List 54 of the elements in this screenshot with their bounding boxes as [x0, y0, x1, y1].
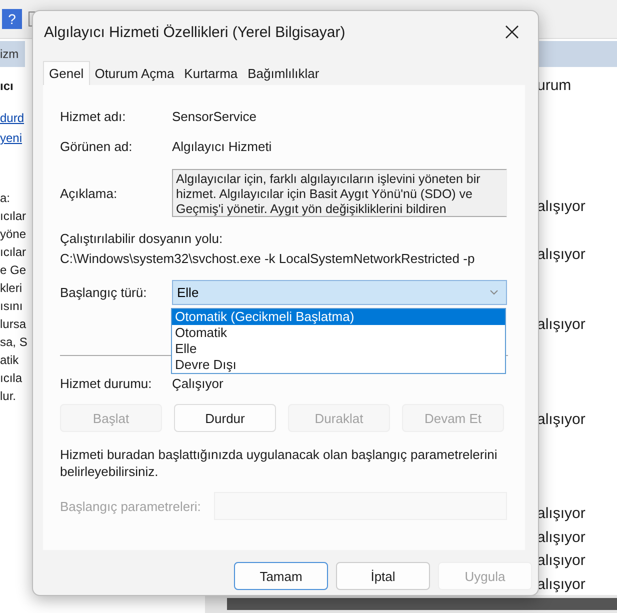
hint-text: Hizmeti buradan başlattığınızda uygulanacak olan başlangıç parametrelerini belirleyebilirsiniz.	[60, 446, 498, 480]
description-line: atik	[0, 352, 19, 369]
tab[interactable]: Genel	[43, 61, 90, 85]
path-value: C:\Windows\system32\svchost.exe -k LocalSystemNetworkRestricted -p	[60, 251, 476, 266]
description-line: kleri	[0, 280, 22, 297]
description-line: lur.	[0, 388, 16, 405]
dropdown-option[interactable]: Devre Dışı	[172, 357, 505, 373]
description-line: ısını	[0, 298, 23, 315]
service-status-value: Çalışıyor	[172, 376, 224, 391]
field-label: Başlangıç parametreleri:	[60, 498, 202, 514]
description-line: lursa	[0, 316, 26, 333]
description-line: sa, S	[0, 334, 28, 351]
status-cell-text: alışıyor	[537, 528, 586, 548]
status-cell-text: alışıyor	[537, 197, 586, 218]
field-label: Görünen ad:	[60, 139, 134, 154]
status-cell-text: alışıyor	[537, 244, 586, 265]
service-button[interactable]: Durdur	[174, 404, 276, 432]
status-cell-text: alışıyor	[537, 574, 586, 595]
help-button[interactable]: ?	[2, 9, 22, 29]
service-link[interactable]: durd	[0, 111, 24, 125]
service-title: ıcı	[0, 79, 14, 93]
description-field[interactable]: Algılayıcılar için, farklı algılayıcıların işlevini yöneten bir hizmet. Algılayıcılar için Basit Aygıt Yönü'nü (SDO) ve Geçmiş'i yönetir. Aygıt yön değişikliklerini bildiren	[172, 169, 507, 217]
close-icon	[505, 25, 519, 39]
scrollbar-thumb[interactable]	[227, 598, 617, 610]
window-title: Algılayıcı Hizmeti Özellikleri (Yerel Bilgisayar)	[44, 24, 346, 40]
field-label: Çalıştırılabilir dosyanın yolu:	[60, 231, 224, 246]
field-label: Açıklama:	[60, 186, 118, 200]
tab[interactable]: Oturum Açma	[90, 61, 180, 85]
description-line: ıcılar	[0, 208, 26, 225]
tab[interactable]: Bağımlılıklar	[242, 61, 324, 85]
dialog-button[interactable]: İptal	[336, 562, 430, 590]
pane-header: izm	[0, 41, 25, 67]
description-line: ıcıla	[0, 370, 22, 387]
description-line: ıcılar	[0, 244, 26, 261]
status-cell-text: alışıyor	[537, 410, 586, 430]
description-line: yöne	[0, 226, 26, 243]
dropdown-option[interactable]: Otomatik (Gecikmeli Başlatma)	[172, 309, 505, 325]
description-line: a:	[0, 190, 10, 207]
dropdown-option[interactable]: Elle	[172, 341, 505, 357]
display-name-value: Algılayıcı Hizmeti	[172, 139, 272, 154]
chevron-down-icon	[490, 290, 498, 295]
service-name-value: SensorService	[172, 109, 257, 124]
field-label: Hizmet adı:	[60, 109, 127, 124]
status-cell-text: alışıyor	[537, 315, 586, 336]
field-label: Başlangıç türü:	[60, 285, 148, 300]
dialog-button[interactable]: Tamam	[234, 562, 328, 590]
field-label: Hizmet durumu:	[60, 376, 153, 391]
status-cell-text: alışıyor	[537, 551, 586, 572]
service-link[interactable]: yeni	[0, 131, 22, 145]
status-cell-text: alışıyor	[537, 504, 586, 524]
dropdown-option[interactable]: Otomatik	[172, 325, 505, 341]
description-line: e Ge	[0, 262, 26, 279]
startup-type-dropdown[interactable]: Elle	[172, 280, 507, 305]
tab[interactable]: Kurtarma	[179, 61, 243, 85]
